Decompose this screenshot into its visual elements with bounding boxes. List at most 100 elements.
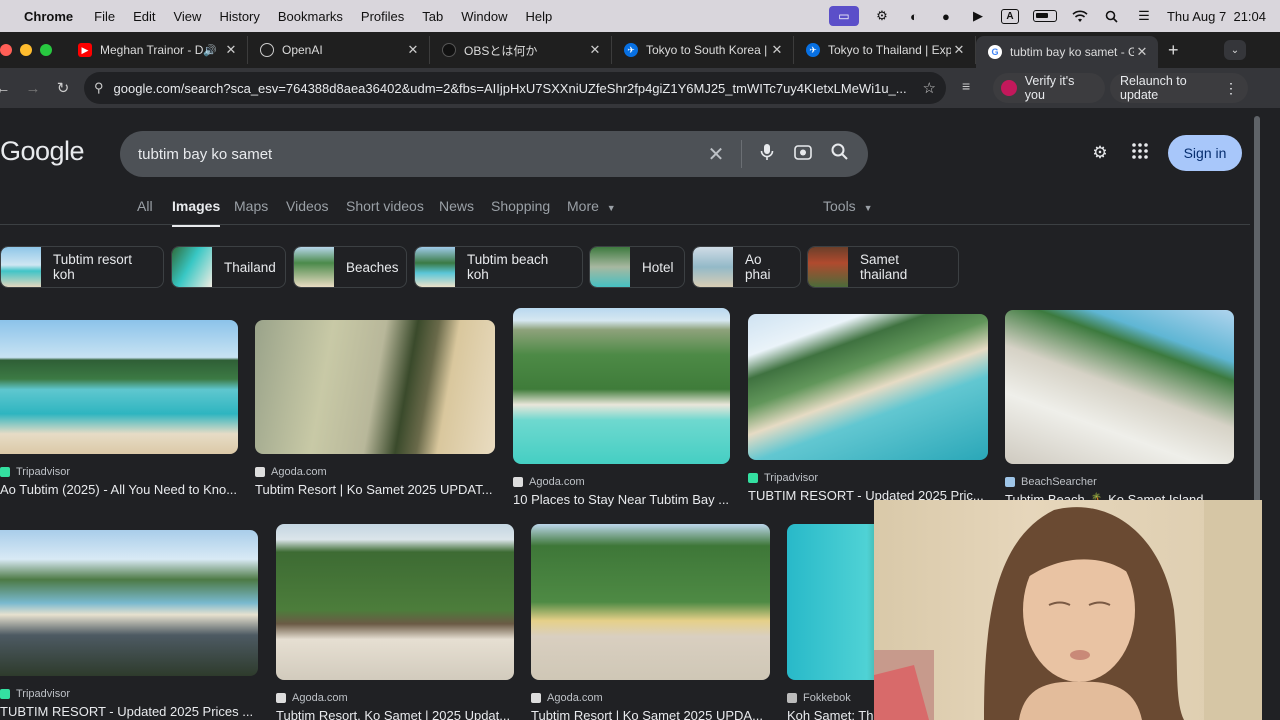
- bookmark-star-icon[interactable]: ☆: [923, 79, 936, 97]
- menu-bookmarks[interactable]: Bookmarks: [278, 9, 343, 24]
- input-source-icon[interactable]: A: [1000, 8, 1019, 24]
- tab-images[interactable]: Images: [172, 198, 221, 227]
- image-result[interactable]: Tripadvisor TUBTIM RESORT - Updated 2025…: [748, 314, 988, 503]
- tab-news[interactable]: News: [439, 198, 474, 214]
- tab-all[interactable]: All: [137, 198, 153, 214]
- result-caption[interactable]: Tubtim Resort, Ko Samet | 2025 Updat...: [276, 708, 514, 720]
- camera-lens-icon[interactable]: [792, 144, 814, 165]
- forward-arrow-icon[interactable]: →: [20, 80, 46, 97]
- image-result[interactable]: Agoda.com Tubtim Resort | Ko Samet 2025 …: [531, 524, 770, 720]
- address-bar[interactable]: ⚲ google.com/search?sca_esv=764388d8aea3…: [84, 72, 946, 104]
- image-result[interactable]: Agoda.com Tubtim Resort, Ko Samet | 2025…: [276, 524, 514, 720]
- result-image[interactable]: [255, 320, 495, 454]
- search-icon[interactable]: [1103, 8, 1121, 24]
- menu-history[interactable]: History: [219, 9, 259, 24]
- tab-shopping[interactable]: Shopping: [491, 198, 550, 214]
- tab-skyscanner-thailand[interactable]: ✈ Tokyo to Thailand | Expl ✕: [794, 36, 976, 64]
- chip-ao-phai[interactable]: Ao phai: [692, 246, 801, 288]
- wifi-icon[interactable]: [1071, 8, 1089, 24]
- menu-edit[interactable]: Edit: [133, 9, 155, 24]
- tab-search-button[interactable]: ⌄: [1224, 40, 1246, 60]
- result-image[interactable]: [0, 320, 238, 454]
- search-icon[interactable]: [828, 143, 850, 165]
- contrast-icon[interactable]: ◐: [905, 8, 923, 24]
- control-center-icon[interactable]: ☰: [1135, 8, 1153, 24]
- chip-tubtim-resort-koh[interactable]: Tubtim resort koh: [0, 246, 164, 288]
- result-caption[interactable]: Tubtim Resort | Ko Samet 2025 UPDAT...: [255, 482, 495, 497]
- search-input[interactable]: tubtim bay ko samet: [138, 146, 691, 163]
- menu-view[interactable]: View: [173, 9, 201, 24]
- back-arrow-icon[interactable]: ←: [0, 80, 16, 97]
- reading-list-icon[interactable]: ≡: [962, 78, 970, 94]
- minimize-window-button[interactable]: [20, 44, 32, 56]
- menubar-clock[interactable]: Thu Aug 7 21:04: [1167, 9, 1266, 24]
- tools-button[interactable]: Tools ▼: [823, 198, 873, 214]
- play-icon[interactable]: ▶: [969, 8, 987, 24]
- settings-gear-icon[interactable]: ⚙: [1088, 143, 1112, 163]
- reload-icon[interactable]: ↻: [50, 79, 76, 97]
- menubar-app-name[interactable]: Chrome: [24, 9, 73, 24]
- result-image[interactable]: [513, 308, 730, 464]
- chip-tubtim-beach-koh[interactable]: Tubtim beach koh: [414, 246, 583, 288]
- apps-grid-icon[interactable]: [1128, 142, 1152, 164]
- image-result[interactable]: Agoda.com 10 Places to Stay Near Tubtim …: [513, 308, 730, 507]
- chip-thailand[interactable]: Thailand: [171, 246, 286, 288]
- menu-window[interactable]: Window: [461, 9, 507, 24]
- result-caption[interactable]: TUBTIM RESORT - Updated 2025 Prices ...: [0, 704, 258, 719]
- google-logo[interactable]: Google: [0, 136, 85, 167]
- result-caption[interactable]: Ao Tubtim (2025) - All You Need to Kno..…: [0, 482, 238, 497]
- clear-icon[interactable]: ✕: [705, 142, 727, 167]
- search-box[interactable]: tubtim bay ko samet ✕: [120, 131, 868, 177]
- result-image[interactable]: [531, 524, 770, 680]
- result-image[interactable]: [276, 524, 514, 680]
- scrollbar-thumb[interactable]: [1254, 116, 1260, 516]
- tab-chatgpt[interactable]: OBSとは何か ✕: [430, 36, 612, 64]
- image-result[interactable]: Tripadvisor TUBTIM RESORT - Updated 2025…: [0, 530, 258, 719]
- url-text[interactable]: google.com/search?sca_esv=764388d8aea364…: [114, 81, 915, 96]
- verify-identity-button[interactable]: Verify it's you: [993, 73, 1105, 103]
- close-icon[interactable]: ✕: [951, 42, 967, 58]
- image-result[interactable]: Agoda.com Tubtim Resort | Ko Samet 2025 …: [255, 320, 495, 497]
- image-result[interactable]: Tripadvisor Ao Tubtim (2025) - All You N…: [0, 320, 238, 497]
- battery-icon[interactable]: [1032, 10, 1057, 22]
- tab-title: OBSとは何か: [464, 43, 538, 58]
- chip-hotel[interactable]: Hotel: [589, 246, 685, 288]
- tab-more[interactable]: More ▼: [567, 198, 616, 214]
- close-icon[interactable]: ✕: [405, 42, 421, 58]
- gear-icon[interactable]: ⚙: [873, 8, 891, 24]
- screen-share-icon[interactable]: ▭: [828, 6, 859, 26]
- chip-beaches[interactable]: Beaches: [293, 246, 407, 288]
- close-icon[interactable]: ✕: [1134, 44, 1150, 60]
- menu-profiles[interactable]: Profiles: [361, 9, 404, 24]
- image-result[interactable]: BeachSearcher Tubtim Beach 🏝️ Ko Samet I…: [1005, 310, 1234, 508]
- close-window-button[interactable]: [0, 44, 12, 56]
- menu-tab[interactable]: Tab: [422, 9, 443, 24]
- result-image[interactable]: [748, 314, 988, 460]
- result-image[interactable]: [0, 530, 258, 676]
- site-info-icon[interactable]: ⚲: [94, 80, 104, 96]
- record-icon[interactable]: ●: [937, 8, 955, 24]
- zoom-window-button[interactable]: [40, 44, 52, 56]
- more-vert-icon[interactable]: ⋮: [1224, 80, 1238, 97]
- new-tab-button[interactable]: +: [1168, 40, 1179, 61]
- menu-file[interactable]: File: [94, 9, 115, 24]
- menu-help[interactable]: Help: [526, 9, 553, 24]
- speaker-icon[interactable]: 🔊: [203, 44, 217, 57]
- result-caption[interactable]: Tubtim Resort | Ko Samet 2025 UPDA...: [531, 708, 770, 720]
- tab-skyscanner-korea[interactable]: ✈ Tokyo to South Korea | E ✕: [612, 36, 794, 64]
- tab-youtube[interactable]: ▶ Meghan Trainor - De 🔊 ✕: [66, 36, 248, 64]
- tab-maps[interactable]: Maps: [234, 198, 268, 214]
- microphone-icon[interactable]: [756, 143, 778, 166]
- close-icon[interactable]: ✕: [223, 42, 239, 58]
- close-icon[interactable]: ✕: [769, 42, 785, 58]
- tab-openai[interactable]: OpenAI ✕: [248, 36, 430, 64]
- sign-in-button[interactable]: Sign in: [1168, 135, 1242, 171]
- relaunch-button[interactable]: Relaunch to update ⋮: [1110, 73, 1248, 103]
- result-caption[interactable]: 10 Places to Stay Near Tubtim Bay ...: [513, 492, 730, 507]
- tab-short-videos[interactable]: Short videos: [346, 198, 424, 214]
- tab-videos[interactable]: Videos: [286, 198, 329, 214]
- close-icon[interactable]: ✕: [587, 42, 603, 58]
- chip-samet-thailand[interactable]: Samet thailand: [807, 246, 959, 288]
- result-image[interactable]: [1005, 310, 1234, 464]
- tab-google-search[interactable]: G tubtim bay ko samet - G ✕: [976, 36, 1158, 68]
